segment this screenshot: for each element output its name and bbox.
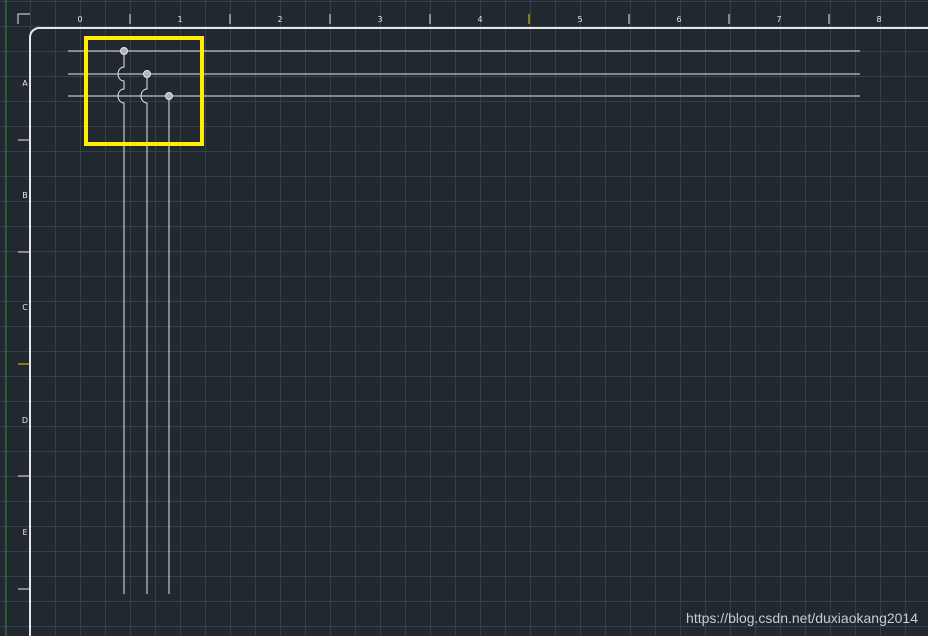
connection-dot — [165, 92, 173, 100]
connection-dot — [120, 47, 128, 55]
frame-border — [29, 27, 928, 636]
ruler-column-label: 5 — [577, 15, 583, 24]
vertical-wire-1 — [117, 51, 125, 594]
ruler-row-label: D — [21, 416, 29, 425]
ruler-column-label: 4 — [477, 15, 483, 24]
ruler-column-label: 2 — [277, 15, 283, 24]
connection-dot — [143, 70, 151, 78]
ruler-column-label: 1 — [177, 15, 183, 24]
highlight-box — [84, 36, 204, 146]
ruler-row-label: E — [22, 528, 28, 537]
ruler-column-label: 8 — [876, 15, 882, 24]
ruler-row-label: B — [22, 191, 28, 200]
ruler-column-label: 3 — [377, 15, 383, 24]
ruler-column-label: 7 — [776, 15, 782, 24]
corner-marker — [17, 13, 30, 24]
bus-lines — [68, 50, 860, 97]
ruler-column-label: 6 — [676, 15, 682, 24]
ruler-row-label: A — [22, 79, 28, 88]
ruler-column-label: 0 — [77, 15, 83, 24]
watermark-text: https://blog.csdn.net/duxiaokang2014 — [686, 610, 918, 626]
drawing-layer[interactable] — [0, 0, 928, 636]
ruler-row-label: C — [22, 303, 28, 312]
vertical-wire-2 — [140, 74, 148, 594]
